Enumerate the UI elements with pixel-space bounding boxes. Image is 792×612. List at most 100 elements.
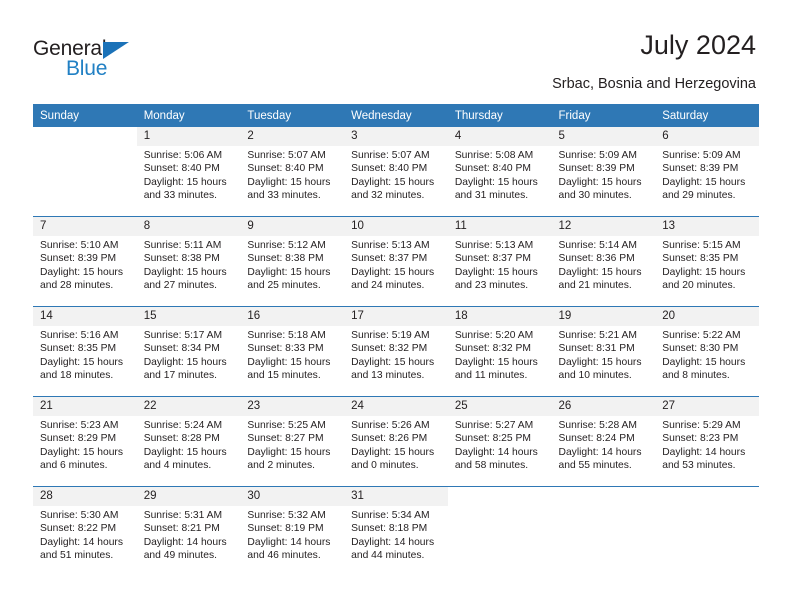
day-details: Sunrise: 5:15 AM Sunset: 8:35 PM Daylight:… <box>655 236 759 293</box>
calendar-week-row: 7 Sunrise: 5:10 AM Sunset: 8:39 PM Daylight… <box>33 216 759 307</box>
sunset-text: Sunset: 8:32 PM <box>351 343 428 355</box>
calendar-day-cell[interactable]: 28 Sunrise: 5:30 AM Sunset: 8:22 PM Dayligh… <box>33 486 137 576</box>
calendar-day-cell[interactable]: 24 Sunrise: 5:26 AM Sunset: 8:26 PM Dayligh… <box>344 396 448 487</box>
daylight-text-cont: and 27 minutes. <box>143 280 217 292</box>
sunrise-text: Sunrise: 5:07 AM <box>247 150 326 161</box>
sunrise-text: Sunrise: 5:10 AM <box>40 240 119 251</box>
calendar-day-cell[interactable]: 19 Sunrise: 5:21 AM Sunset: 8:31 PM Dayligh… <box>551 306 656 397</box>
calendar-day-cell[interactable]: 22 Sunrise: 5:24 AM Sunset: 8:28 PM Dayligh… <box>136 396 241 487</box>
calendar-day-cell[interactable]: 20 Sunrise: 5:22 AM Sunset: 8:30 PM Dayligh… <box>655 306 759 397</box>
daylight-text: Daylight: 15 hours <box>454 266 538 278</box>
daylight-text-cont: and 53 minutes. <box>662 460 736 472</box>
calendar-day-cell[interactable]: 15 Sunrise: 5:17 AM Sunset: 8:34 PM Dayligh… <box>136 306 241 397</box>
calendar-day-cell[interactable]: 29 Sunrise: 5:31 AM Sunset: 8:21 PM Dayligh… <box>136 486 241 576</box>
daylight-text: Daylight: 15 hours <box>40 356 123 368</box>
sunset-text: Sunset: 8:35 PM <box>40 343 117 355</box>
calendar-day-cell[interactable]: 23 Sunrise: 5:25 AM Sunset: 8:27 PM Dayligh… <box>240 396 345 487</box>
sunset-text: Sunset: 8:21 PM <box>143 523 220 535</box>
daylight-text: Daylight: 15 hours <box>662 356 746 368</box>
sunrise-text: Sunrise: 5:29 AM <box>662 420 741 431</box>
day-number: 19 <box>551 307 656 326</box>
day-number: 9 <box>240 217 345 236</box>
calendar-day-cell[interactable]: 16 Sunrise: 5:18 AM Sunset: 8:33 PM Dayligh… <box>240 306 345 397</box>
calendar-day-cell[interactable]: 25 Sunrise: 5:27 AM Sunset: 8:25 PM Dayligh… <box>447 396 552 487</box>
logo-text-blue: Blue <box>66 57 108 80</box>
day-number: 15 <box>136 307 241 326</box>
calendar-day-cell[interactable]: 14 Sunrise: 5:16 AM Sunset: 8:35 PM Dayligh… <box>33 306 137 397</box>
calendar-day-cell[interactable]: 18 Sunrise: 5:20 AM Sunset: 8:32 PM Dayligh… <box>447 306 552 397</box>
daylight-text: Daylight: 15 hours <box>558 176 642 188</box>
day-details: Sunrise: 5:11 AM Sunset: 8:38 PM Daylight:… <box>137 236 241 293</box>
daylight-text: Daylight: 15 hours <box>662 176 746 188</box>
calendar-day-cell[interactable]: 6 Sunrise: 5:09 AM Sunset: 8:39 PM Daylight… <box>655 127 759 217</box>
daylight-text: Daylight: 14 hours <box>247 536 331 548</box>
sunrise-text: Sunrise: 5:23 AM <box>40 420 119 431</box>
sunset-text: Sunset: 8:18 PM <box>351 523 428 535</box>
daylight-text: Daylight: 15 hours <box>143 176 227 188</box>
day-number: 1 <box>136 127 241 146</box>
sunset-text: Sunset: 8:28 PM <box>143 433 220 445</box>
day-number: 21 <box>33 397 137 416</box>
calendar-day-cell[interactable]: 12 Sunrise: 5:14 AM Sunset: 8:36 PM Dayligh… <box>551 216 656 307</box>
daylight-text-cont: and 4 minutes. <box>143 460 212 472</box>
sunrise-text: Sunrise: 5:13 AM <box>454 240 534 251</box>
daylight-text-cont: and 49 minutes. <box>143 550 217 562</box>
day-details: Sunrise: 5:31 AM Sunset: 8:21 PM Daylight:… <box>137 506 241 563</box>
calendar-day-cell[interactable]: 4 Sunrise: 5:08 AM Sunset: 8:40 PM Daylight… <box>447 127 552 217</box>
calendar-day-cell[interactable]: 31 Sunrise: 5:34 AM Sunset: 8:18 PM Dayligh… <box>344 486 448 576</box>
daylight-text-cont: and 29 minutes. <box>662 190 736 202</box>
sunrise-text: Sunrise: 5:31 AM <box>143 510 223 521</box>
sunrise-text: Sunrise: 5:20 AM <box>454 330 534 341</box>
calendar-day-cell[interactable]: 21 Sunrise: 5:23 AM Sunset: 8:29 PM Dayligh… <box>33 396 137 487</box>
day-details: Sunrise: 5:09 AM Sunset: 8:39 PM Daylight:… <box>552 146 656 203</box>
daylight-text: Daylight: 15 hours <box>558 266 642 278</box>
sunrise-text: Sunrise: 5:22 AM <box>662 330 741 341</box>
day-number: 23 <box>240 397 345 416</box>
calendar-day-cell[interactable]: 17 Sunrise: 5:19 AM Sunset: 8:32 PM Dayligh… <box>344 306 448 397</box>
daylight-text-cont: and 51 minutes. <box>40 550 114 562</box>
calendar-day-cell[interactable]: 26 Sunrise: 5:28 AM Sunset: 8:24 PM Dayligh… <box>551 396 656 487</box>
day-number: 8 <box>136 217 241 236</box>
day-details: Sunrise: 5:23 AM Sunset: 8:29 PM Daylight:… <box>33 416 137 473</box>
sunset-text: Sunset: 8:39 PM <box>662 163 739 175</box>
daylight-text-cont: and 6 minutes. <box>40 460 108 472</box>
sunrise-text: Sunrise: 5:12 AM <box>247 240 326 251</box>
day-details: Sunrise: 5:21 AM Sunset: 8:31 PM Daylight:… <box>552 326 656 383</box>
day-number: 30 <box>240 487 345 506</box>
calendar-day-cell[interactable]: 11 Sunrise: 5:13 AM Sunset: 8:37 PM Dayligh… <box>447 216 552 307</box>
calendar-empty-cell <box>447 486 552 576</box>
day-details: Sunrise: 5:13 AM Sunset: 8:37 PM Daylight:… <box>344 236 448 293</box>
calendar-day-cell[interactable]: 13 Sunrise: 5:15 AM Sunset: 8:35 PM Dayligh… <box>655 216 759 307</box>
calendar-week-row: 21 Sunrise: 5:23 AM Sunset: 8:29 PM Dayligh… <box>33 396 759 487</box>
sunrise-text: Sunrise: 5:25 AM <box>247 420 326 431</box>
daylight-text: Daylight: 15 hours <box>558 356 642 368</box>
daylight-text: Daylight: 14 hours <box>558 446 642 458</box>
daylight-text: Daylight: 15 hours <box>454 356 538 368</box>
calendar-day-cell[interactable]: 8 Sunrise: 5:11 AM Sunset: 8:38 PM Daylight… <box>136 216 241 307</box>
calendar-day-cell[interactable]: 5 Sunrise: 5:09 AM Sunset: 8:39 PM Daylight… <box>551 127 656 217</box>
sunrise-text: Sunrise: 5:08 AM <box>454 150 534 161</box>
weekday-header-wednesday: Wednesday <box>344 104 448 127</box>
calendar-header-row: Sunday Monday Tuesday Wednesday Thursday Frid… <box>33 104 759 127</box>
sunrise-text: Sunrise: 5:11 AM <box>143 240 222 251</box>
daylight-text-cont: and 15 minutes. <box>247 370 321 382</box>
daylight-text: Daylight: 14 hours <box>351 536 435 548</box>
sunset-text: Sunset: 8:23 PM <box>662 433 739 445</box>
daylight-text-cont: and 8 minutes. <box>662 370 730 382</box>
calendar-day-cell[interactable]: 3 Sunrise: 5:07 AM Sunset: 8:40 PM Daylight… <box>344 127 448 217</box>
daylight-text: Daylight: 15 hours <box>247 446 331 458</box>
day-details: Sunrise: 5:27 AM Sunset: 8:25 PM Daylight:… <box>448 416 552 473</box>
day-details: Sunrise: 5:26 AM Sunset: 8:26 PM Daylight:… <box>344 416 448 473</box>
day-details: Sunrise: 5:22 AM Sunset: 8:30 PM Daylight:… <box>655 326 759 383</box>
sunset-text: Sunset: 8:40 PM <box>143 163 220 175</box>
day-details: Sunrise: 5:30 AM Sunset: 8:22 PM Daylight:… <box>33 506 137 563</box>
daylight-text: Daylight: 15 hours <box>40 266 123 278</box>
calendar-day-cell[interactable]: 27 Sunrise: 5:29 AM Sunset: 8:23 PM Dayligh… <box>655 396 759 487</box>
day-details: Sunrise: 5:08 AM Sunset: 8:40 PM Daylight:… <box>448 146 552 203</box>
calendar-day-cell[interactable]: 30 Sunrise: 5:32 AM Sunset: 8:19 PM Dayligh… <box>240 486 345 576</box>
calendar-day-cell[interactable]: 9 Sunrise: 5:12 AM Sunset: 8:38 PM Daylight… <box>240 216 345 307</box>
calendar-day-cell[interactable]: 1 Sunrise: 5:06 AM Sunset: 8:40 PM Daylight… <box>136 127 241 217</box>
calendar-day-cell[interactable]: 10 Sunrise: 5:13 AM Sunset: 8:37 PM Dayligh… <box>344 216 448 307</box>
calendar-day-cell[interactable]: 7 Sunrise: 5:10 AM Sunset: 8:39 PM Daylight… <box>33 216 137 307</box>
calendar-day-cell[interactable]: 2 Sunrise: 5:07 AM Sunset: 8:40 PM Daylight… <box>240 127 345 217</box>
